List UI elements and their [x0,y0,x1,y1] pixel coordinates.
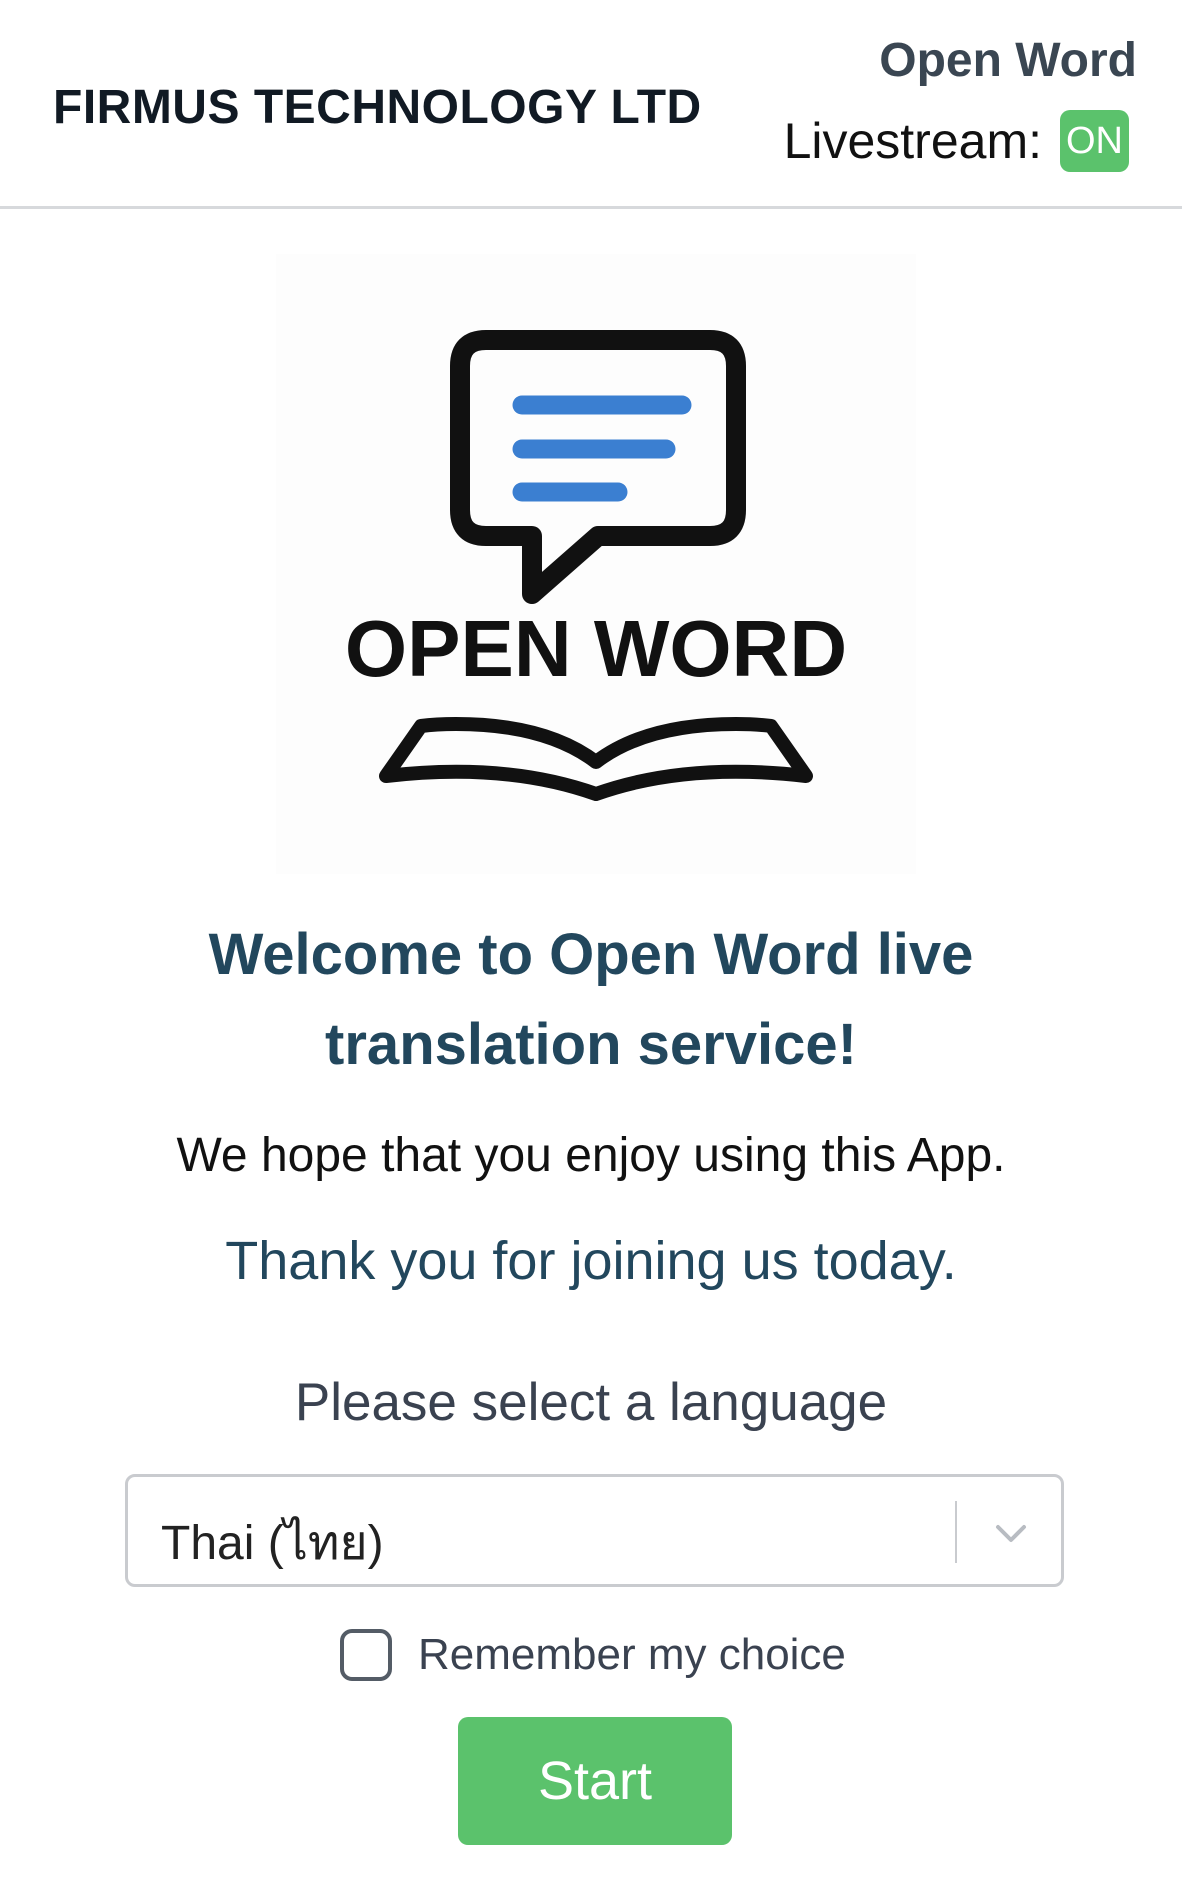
start-button[interactable]: Start [458,1717,732,1845]
app-name: Open Word [879,34,1137,87]
company-name: FIRMUS TECHNOLOGY LTD [53,81,702,134]
page: FIRMUS TECHNOLOGY LTD Open Word Livestre… [0,0,1182,1897]
thanks-message: Thank you for joining us today. [225,1231,957,1291]
language-prompt: Please select a language [294,1373,888,1432]
select-separator [955,1501,957,1563]
livestream-status-row: Livestream: ON [784,110,1129,172]
logo-title: OPEN WORD [345,604,847,693]
enjoy-message: We hope that you enjoy using this App. [176,1129,1006,1182]
header: FIRMUS TECHNOLOGY LTD Open Word Livestre… [0,0,1182,209]
livestream-label: Livestream: [783,113,1042,169]
remember-label[interactable]: Remember my choice [418,1630,846,1680]
speech-bubble-icon [450,330,746,604]
chevron-down-icon[interactable] [986,1509,1036,1559]
welcome-text: Welcome to Open Word live translation se… [208,922,974,1077]
remember-choice[interactable]: Remember my choice [340,1627,846,1683]
welcome-heading: Welcome to Open Word live translation se… [0,910,1182,1090]
language-select[interactable]: Thai (ไทย) [125,1474,1064,1587]
logo-icon: OPEN WORD [345,330,847,801]
remember-checkbox[interactable] [340,1629,392,1681]
open-word-logo: OPEN WORD [276,254,916,874]
open-book-icon [379,717,813,801]
livestream-status-badge: ON [1060,110,1129,172]
language-select-value: Thai (ไทย) [161,1517,384,1570]
